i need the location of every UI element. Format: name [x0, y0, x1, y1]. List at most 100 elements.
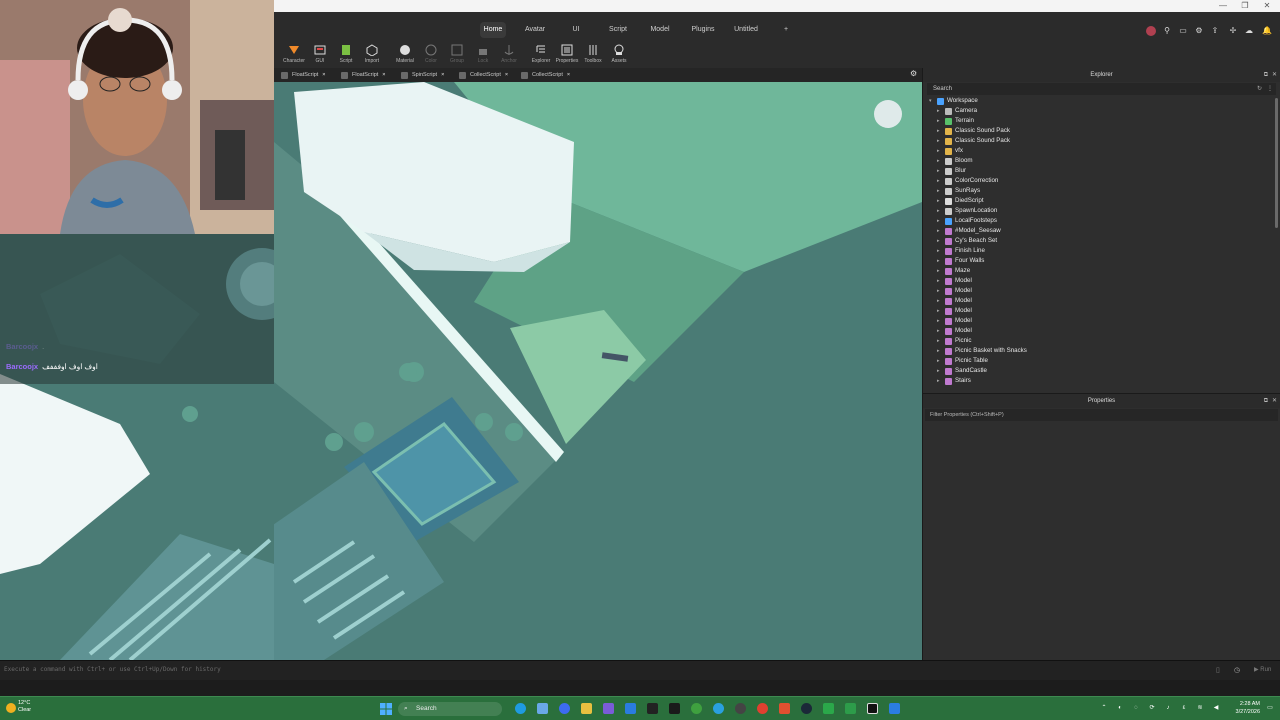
- notification-icon[interactable]: ▭: [1266, 704, 1274, 712]
- chrome-icon[interactable]: [757, 703, 768, 714]
- color-button[interactable]: Color: [418, 42, 444, 68]
- chevron-right-icon[interactable]: ▸: [937, 276, 943, 286]
- script-button[interactable]: Script: [333, 42, 359, 68]
- chevron-right-icon[interactable]: ▸: [937, 156, 943, 166]
- explorer-item[interactable]: ▸ Picnic Basket with Snacks: [923, 346, 1280, 356]
- mic-icon[interactable]: ♪: [1164, 704, 1172, 712]
- explorer-item[interactable]: ▸ Classic Sound Pack: [923, 136, 1280, 146]
- explorer-item[interactable]: ▾ Workspace: [923, 96, 1280, 106]
- close-window-button[interactable]: ✕: [1256, 0, 1278, 12]
- explorer-item[interactable]: ▸ DiedScript: [923, 196, 1280, 206]
- app-icon[interactable]: [889, 703, 900, 714]
- tab-plugins[interactable]: Plugins: [688, 22, 718, 38]
- chevron-right-icon[interactable]: ▸: [937, 316, 943, 326]
- tray-icon[interactable]: ⟳: [1148, 704, 1156, 712]
- explorer-scrollbar[interactable]: [1275, 98, 1278, 228]
- character-button[interactable]: Character: [281, 42, 307, 68]
- import-button[interactable]: Import: [359, 42, 385, 68]
- explorer-item[interactable]: ▸ #Model_Seesaw: [923, 226, 1280, 236]
- explorer-item[interactable]: ▸ Blur: [923, 166, 1280, 176]
- chevron-right-icon[interactable]: ▸: [937, 116, 943, 126]
- explorer-item[interactable]: ▸ SunRays: [923, 186, 1280, 196]
- chevron-right-icon[interactable]: ▸: [937, 266, 943, 276]
- tab-home[interactable]: Home: [480, 22, 506, 38]
- tab-model[interactable]: Model: [646, 22, 674, 38]
- chevron-right-icon[interactable]: ▸: [937, 356, 943, 366]
- explorer-item[interactable]: ▸ Stairs: [923, 376, 1280, 386]
- chevron-right-icon[interactable]: ▸: [937, 136, 943, 146]
- add-tab-button[interactable]: +: [780, 22, 792, 38]
- volume-icon[interactable]: ◀: [1212, 704, 1220, 712]
- script-tab[interactable]: SpinScript ×: [398, 70, 444, 81]
- gui-button[interactable]: GUI: [307, 42, 333, 68]
- explorer-item[interactable]: ▸ Bloom: [923, 156, 1280, 166]
- tab-untitled[interactable]: Untitled: [730, 22, 762, 38]
- close-tab-icon[interactable]: ×: [382, 72, 385, 78]
- chevron-right-icon[interactable]: ▸: [937, 106, 943, 116]
- explorer-item[interactable]: ▸ Terrain: [923, 116, 1280, 126]
- taskbar-search[interactable]: ⌕ Search: [398, 702, 502, 716]
- user-icon[interactable]: ⚲: [1162, 26, 1172, 36]
- viewport-settings-icon[interactable]: ⚙: [910, 69, 917, 78]
- file-explorer-icon[interactable]: [581, 703, 592, 714]
- explorer-item[interactable]: ▸ Model: [923, 306, 1280, 316]
- group-button[interactable]: Group: [444, 42, 470, 68]
- chevron-right-icon[interactable]: ▸: [937, 346, 943, 356]
- script-tab[interactable]: FloatScript ×: [338, 70, 386, 81]
- share-icon[interactable]: ⇪: [1210, 26, 1220, 36]
- viewport-3d[interactable]: [274, 82, 922, 660]
- chevron-right-icon[interactable]: ▸: [937, 326, 943, 336]
- explorer-item[interactable]: ▸ Model: [923, 326, 1280, 336]
- close-tab-icon[interactable]: ×: [322, 72, 325, 78]
- chevron-down-icon[interactable]: ▾: [929, 96, 935, 106]
- close-tab-icon[interactable]: ×: [567, 72, 570, 78]
- script-tab[interactable]: CollectScript ×: [518, 70, 570, 81]
- explorer-item[interactable]: ▸ Finish Line: [923, 246, 1280, 256]
- lock-button[interactable]: Lock: [470, 42, 496, 68]
- chevron-right-icon[interactable]: ▸: [937, 306, 943, 316]
- close-tab-icon[interactable]: ×: [505, 72, 508, 78]
- roblox-studio-icon[interactable]: [867, 703, 878, 714]
- explorer-item[interactable]: ▸ Model: [923, 296, 1280, 306]
- explorer-search-input[interactable]: Search ↻ ⋮: [927, 83, 1276, 95]
- history-icon[interactable]: ◷: [1234, 666, 1240, 674]
- chevron-right-icon[interactable]: ▸: [937, 186, 943, 196]
- popout-icon[interactable]: ⧉: [1264, 68, 1268, 82]
- maximize-button[interactable]: ❐: [1234, 0, 1256, 12]
- edge-icon[interactable]: [515, 703, 526, 714]
- chevron-right-icon[interactable]: ▸: [937, 376, 943, 386]
- chevron-right-icon[interactable]: ▸: [937, 226, 943, 236]
- tray-icon[interactable]: ◌: [1132, 704, 1140, 712]
- explorer-button[interactable]: Explorer: [528, 42, 554, 68]
- script-tab[interactable]: CollectScript ×: [456, 70, 508, 81]
- wifi-icon[interactable]: ≋: [1196, 704, 1204, 712]
- explorer-item[interactable]: ▸ Picnic: [923, 336, 1280, 346]
- close-tab-icon[interactable]: ×: [441, 72, 444, 78]
- explorer-item[interactable]: ▸ ColorCorrection: [923, 176, 1280, 186]
- chevron-right-icon[interactable]: ▸: [937, 196, 943, 206]
- explorer-item[interactable]: ▸ LocalFootsteps: [923, 216, 1280, 226]
- script-tab[interactable]: FloatScript ×: [278, 70, 326, 81]
- chevron-up-icon[interactable]: ⌃: [1100, 704, 1108, 712]
- brave-icon[interactable]: [779, 703, 790, 714]
- ime-icon[interactable]: ε: [1180, 704, 1188, 712]
- cloud-icon[interactable]: ☁: [1244, 26, 1254, 36]
- chevron-right-icon[interactable]: ▸: [937, 286, 943, 296]
- assets-button[interactable]: Assets: [606, 42, 632, 68]
- chevron-right-icon[interactable]: ▸: [937, 206, 943, 216]
- settings-icon[interactable]: ⚙: [1194, 26, 1204, 36]
- chevron-right-icon[interactable]: ▸: [937, 126, 943, 136]
- tray-icon[interactable]: ◐: [1116, 704, 1124, 712]
- properties-button[interactable]: Properties: [554, 42, 580, 68]
- chevron-right-icon[interactable]: ▸: [937, 366, 943, 376]
- close-panel-icon[interactable]: ✕: [1272, 68, 1277, 82]
- more-icon[interactable]: ⋮: [1267, 83, 1273, 95]
- explorer-item[interactable]: ▸ vfx: [923, 146, 1280, 156]
- clock[interactable]: 2:28 AM 3/27/2026: [1228, 700, 1260, 716]
- material-button[interactable]: Material: [392, 42, 418, 68]
- explorer-item[interactable]: ▸ Model: [923, 286, 1280, 296]
- app-icon[interactable]: [647, 703, 658, 714]
- explorer-item[interactable]: ▸ Classic Sound Pack: [923, 126, 1280, 136]
- bell-icon[interactable]: 🔔: [1262, 26, 1272, 36]
- app-icon[interactable]: [845, 703, 856, 714]
